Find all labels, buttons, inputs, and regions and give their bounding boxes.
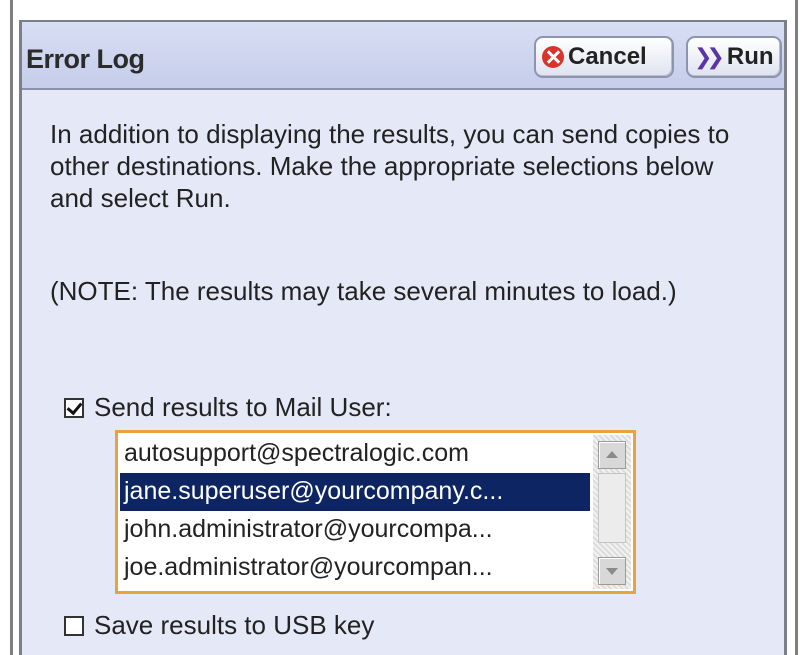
list-item[interactable]: jane.superuser@yourcompany.c... <box>120 473 590 511</box>
scrollbar-thumb[interactable] <box>598 473 626 543</box>
dialog-title: Error Log <box>26 44 145 74</box>
cancel-button[interactable]: Cancel <box>534 36 674 78</box>
send-mail-option[interactable]: Send results to Mail User: <box>64 392 392 423</box>
error-log-dialog: Error Log Cancel ❯❯ Run In addition to d… <box>19 20 787 655</box>
save-usb-option[interactable]: Save results to USB key <box>64 610 374 641</box>
recipients-list: autosupport@spectralogic.com jane.superu… <box>120 435 590 589</box>
vertical-scrollbar[interactable] <box>593 435 631 589</box>
cancel-x-circle-icon <box>542 46 564 68</box>
list-item[interactable]: joe.administrator@yourcompan... <box>120 549 590 587</box>
send-mail-checkbox[interactable] <box>64 397 84 418</box>
note-text: (NOTE: The results may take several minu… <box>50 276 677 306</box>
intro-text: In addition to displaying the results, y… <box>50 119 730 213</box>
title-bar: Error Log Cancel ❯❯ Run <box>22 22 784 90</box>
save-usb-checkbox[interactable] <box>64 615 84 636</box>
run-button[interactable]: ❯❯ Run <box>686 36 782 78</box>
send-mail-label: Send results to Mail User: <box>94 392 392 422</box>
scroll-down-arrow-icon[interactable] <box>598 557 626 585</box>
scroll-up-arrow-icon[interactable] <box>598 441 626 469</box>
save-usb-label: Save results to USB key <box>94 610 375 640</box>
window-frame: Error Log Cancel ❯❯ Run In addition to d… <box>10 0 798 655</box>
run-button-label: Run <box>726 43 774 70</box>
double-chevron-right-icon: ❯❯ <box>694 44 725 69</box>
list-item[interactable]: autosupport@spectralogic.com <box>120 435 590 473</box>
list-item[interactable]: john.administrator@yourcompa... <box>120 511 590 549</box>
cancel-button-label: Cancel <box>568 43 647 70</box>
mail-recipients-listbox[interactable]: autosupport@spectralogic.com jane.superu… <box>115 430 636 594</box>
